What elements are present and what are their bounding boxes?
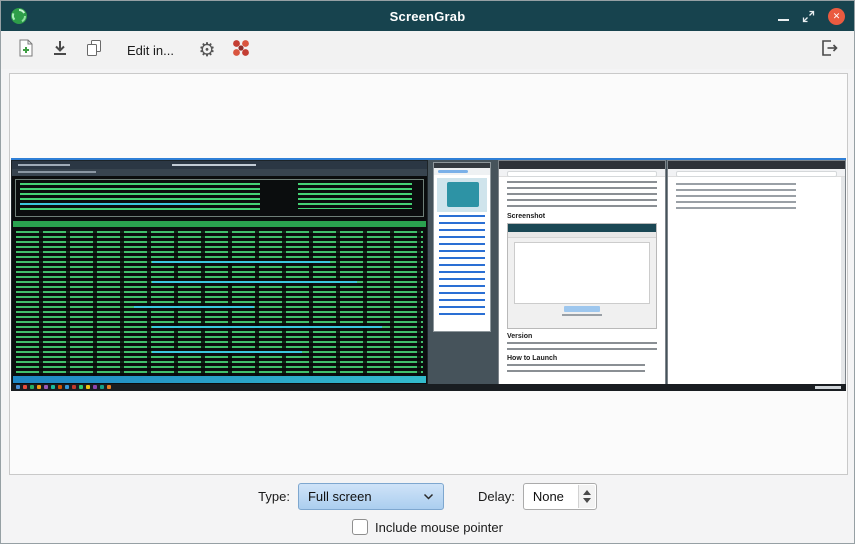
delay-spinbox[interactable]: None	[523, 483, 597, 510]
delay-label: Delay:	[478, 489, 515, 504]
preview-manual-window: Screenshot Version How to Launch	[498, 160, 666, 389]
preview-taskbar	[11, 384, 846, 391]
text-lines-decoration	[507, 342, 657, 352]
type-combobox[interactable]: Full screen	[298, 483, 444, 510]
preview-sidebar-links	[439, 215, 485, 319]
spin-buttons	[578, 485, 595, 508]
new-screenshot-button[interactable]	[11, 35, 41, 65]
options-button[interactable]: ⚙	[192, 35, 222, 65]
preview-heading-version: Version	[507, 332, 657, 341]
preview-htop-header	[15, 179, 424, 217]
toolbar: Edit in... ⚙	[1, 31, 854, 69]
spin-down-icon[interactable]	[583, 498, 591, 503]
download-icon	[50, 38, 70, 63]
copy-button[interactable]	[79, 35, 109, 65]
preview-embedded-screengrab-image	[507, 223, 657, 329]
preview-panel: Screenshot Version How to Launch	[9, 73, 848, 475]
include-mouse-pointer-checkbox[interactable]	[352, 519, 368, 535]
preview-browser-tabs	[499, 161, 665, 169]
text-lines-decoration	[676, 183, 796, 209]
preview-sidebar-window	[433, 162, 491, 332]
pointer-option-row: Include mouse pointer	[1, 516, 854, 538]
text-lines-decoration	[507, 181, 657, 209]
preview-heading-how-to-launch: How to Launch	[507, 354, 657, 363]
capture-options-row: Type: Full screen Delay: None	[1, 482, 854, 510]
preview-heading-screenshot: Screenshot	[507, 212, 657, 221]
titlebar[interactable]: ScreenGrab ✕	[1, 1, 854, 31]
preview-scrollbar	[841, 177, 845, 388]
maximize-button[interactable]	[802, 10, 815, 23]
minimize-button[interactable]	[778, 19, 789, 21]
preview-terminal-statusbar	[13, 376, 426, 383]
new-screenshot-icon	[16, 38, 36, 63]
window-title: ScreenGrab	[1, 9, 854, 24]
preview-terminal-window	[11, 160, 428, 385]
edit-in-button[interactable]: Edit in...	[113, 35, 188, 65]
preview-sidebar-thumbnail	[437, 178, 487, 212]
preview-htop-column-header	[13, 221, 426, 227]
gear-icon: ⚙	[198, 41, 215, 60]
preview-right-browser-window	[667, 160, 846, 389]
quit-button[interactable]	[814, 35, 844, 65]
preview-terminal-titlebar	[12, 161, 427, 169]
close-button[interactable]: ✕	[828, 8, 845, 25]
type-combobox-value: Full screen	[308, 489, 372, 504]
about-button[interactable]	[226, 35, 256, 65]
screengrab-red-logo-icon	[230, 37, 252, 64]
preview-htop-process-rows	[16, 231, 423, 376]
save-button[interactable]	[45, 35, 75, 65]
chevron-down-icon	[423, 493, 434, 500]
window-controls: ✕	[778, 8, 845, 25]
exit-icon	[819, 38, 839, 63]
text-lines-decoration	[507, 364, 645, 374]
type-label: Type:	[258, 489, 290, 504]
preview-browser-navbar	[499, 169, 665, 177]
screenshot-preview: Screenshot Version How to Launch	[11, 158, 846, 391]
screengrab-logo-icon	[10, 7, 28, 25]
delay-spinbox-value: None	[533, 489, 564, 504]
copy-icon	[84, 38, 104, 63]
include-mouse-pointer-label: Include mouse pointer	[375, 520, 503, 535]
close-icon: ✕	[833, 12, 841, 21]
spin-up-icon[interactable]	[583, 490, 591, 495]
preview-clock	[815, 386, 841, 389]
screengrab-window: ScreenGrab ✕	[0, 0, 855, 544]
preview-terminal-menubar	[12, 169, 427, 176]
